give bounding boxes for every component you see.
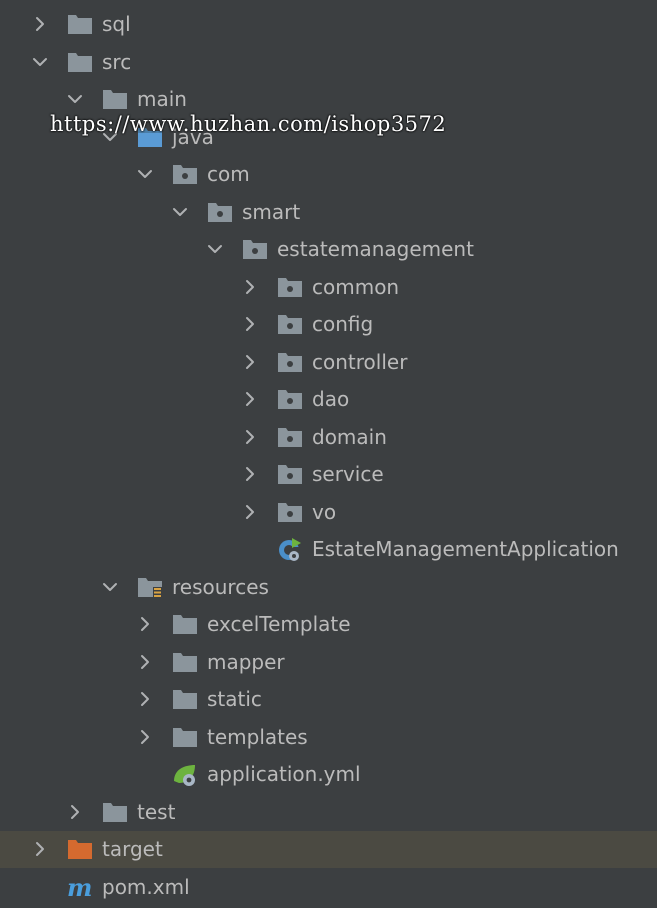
tree-node-label: pom.xml xyxy=(102,874,190,899)
tree-node-dao[interactable]: dao xyxy=(0,381,657,418)
tree-node-label: domain xyxy=(312,424,387,449)
tree-node-common[interactable]: common xyxy=(0,269,657,306)
tree-node-label: controller xyxy=(312,349,408,374)
tree-node-domain[interactable]: domain xyxy=(0,419,657,456)
tree-node-service[interactable]: service xyxy=(0,456,657,493)
tree-node-label: main xyxy=(137,87,187,111)
tree-node-com[interactable]: com xyxy=(0,156,657,193)
tree-node-label: dao xyxy=(312,387,350,411)
chevron-right-icon[interactable] xyxy=(31,840,49,858)
package-icon xyxy=(276,311,304,337)
tree-node-label: vo xyxy=(312,499,337,524)
excluded-folder-icon xyxy=(66,836,94,862)
tree-node-smart[interactable]: smart xyxy=(0,194,657,231)
tree-node-label: EstateManagementApplication xyxy=(312,537,619,561)
tree-node-estatemanagement[interactable]: estatemanagement xyxy=(0,231,657,268)
chevron-right-icon[interactable] xyxy=(241,278,259,296)
tree-node-label: static xyxy=(207,687,262,711)
tree-node-label: test xyxy=(137,799,176,824)
spring-boot-class-icon xyxy=(276,536,304,562)
folder-icon xyxy=(66,11,94,37)
folder-icon xyxy=(171,649,199,675)
tree-node-src[interactable]: src xyxy=(0,44,657,81)
tree-node-mapper[interactable]: mapper xyxy=(0,644,657,681)
tree-node-label: src xyxy=(102,49,132,74)
tree-node-label: service xyxy=(312,462,384,486)
package-icon xyxy=(276,424,304,450)
tree-node-label: estatemanagement xyxy=(277,237,474,261)
folder-icon xyxy=(101,86,129,112)
tree-node-static[interactable]: static xyxy=(0,681,657,718)
tree-node-label: templates xyxy=(207,724,308,749)
tree-node-label: application.yml xyxy=(207,762,361,786)
chevron-right-icon[interactable] xyxy=(66,803,84,821)
resources-folder-icon xyxy=(136,574,164,600)
watermark-text: https://www.huzhan.com/ishop3572 xyxy=(50,112,447,136)
package-icon xyxy=(206,199,234,225)
tree-node-templates[interactable]: templates xyxy=(0,719,657,756)
chevron-down-icon[interactable] xyxy=(136,165,154,183)
chevron-down-icon[interactable] xyxy=(171,203,189,221)
chevron-right-icon[interactable] xyxy=(136,653,154,671)
tree-node-target[interactable]: target xyxy=(0,831,657,868)
tree-node-label: smart xyxy=(242,199,301,224)
tree-node-label: com xyxy=(207,162,250,186)
project-tree[interactable]: sql src main java com smart estatemanagement co… xyxy=(0,0,657,908)
chevron-down-icon[interactable] xyxy=(206,240,224,258)
maven-file-icon: m xyxy=(66,874,94,900)
tree-node-test[interactable]: test xyxy=(0,794,657,831)
tree-node-pom-xml[interactable]: m pom.xml xyxy=(0,869,657,906)
chevron-down-icon[interactable] xyxy=(101,578,119,596)
tree-node-label: resources xyxy=(172,574,269,599)
folder-icon xyxy=(66,49,94,75)
tree-node-estatemanagementapplication[interactable]: EstateManagementApplication xyxy=(0,531,657,568)
spring-yaml-file-icon xyxy=(171,761,199,787)
tree-node-exceltemplate[interactable]: excelTemplate xyxy=(0,606,657,643)
tree-node-sql[interactable]: sql xyxy=(0,6,657,43)
folder-icon xyxy=(171,724,199,750)
package-icon xyxy=(276,274,304,300)
chevron-right-icon[interactable] xyxy=(241,503,259,521)
chevron-down-icon[interactable] xyxy=(31,53,49,71)
package-icon xyxy=(171,161,199,187)
folder-icon xyxy=(101,799,129,825)
chevron-right-icon[interactable] xyxy=(136,728,154,746)
package-icon xyxy=(276,499,304,525)
tree-node-controller[interactable]: controller xyxy=(0,344,657,381)
tree-node-config[interactable]: config xyxy=(0,306,657,343)
tree-node-label: sql xyxy=(102,12,131,36)
chevron-right-icon[interactable] xyxy=(241,315,259,333)
folder-icon xyxy=(171,686,199,712)
chevron-right-icon[interactable] xyxy=(241,390,259,408)
tree-node-vo[interactable]: vo xyxy=(0,494,657,531)
chevron-right-icon[interactable] xyxy=(241,465,259,483)
tree-node-resources[interactable]: resources xyxy=(0,569,657,606)
tree-node-label: target xyxy=(102,837,163,861)
svg-text:m: m xyxy=(67,874,92,900)
package-icon xyxy=(276,349,304,375)
tree-node-label: excelTemplate xyxy=(207,612,351,636)
chevron-right-icon[interactable] xyxy=(136,690,154,708)
tree-node-label: mapper xyxy=(207,649,285,674)
folder-icon xyxy=(171,611,199,637)
chevron-right-icon[interactable] xyxy=(31,15,49,33)
chevron-right-icon[interactable] xyxy=(241,353,259,371)
tree-node-application-yml[interactable]: application.yml xyxy=(0,756,657,793)
package-icon xyxy=(276,461,304,487)
tree-node-label: common xyxy=(312,274,400,299)
package-icon xyxy=(276,386,304,412)
chevron-down-icon[interactable] xyxy=(66,90,84,108)
chevron-right-icon[interactable] xyxy=(136,615,154,633)
package-icon xyxy=(241,236,269,262)
tree-node-label: config xyxy=(312,312,374,336)
chevron-right-icon[interactable] xyxy=(241,428,259,446)
